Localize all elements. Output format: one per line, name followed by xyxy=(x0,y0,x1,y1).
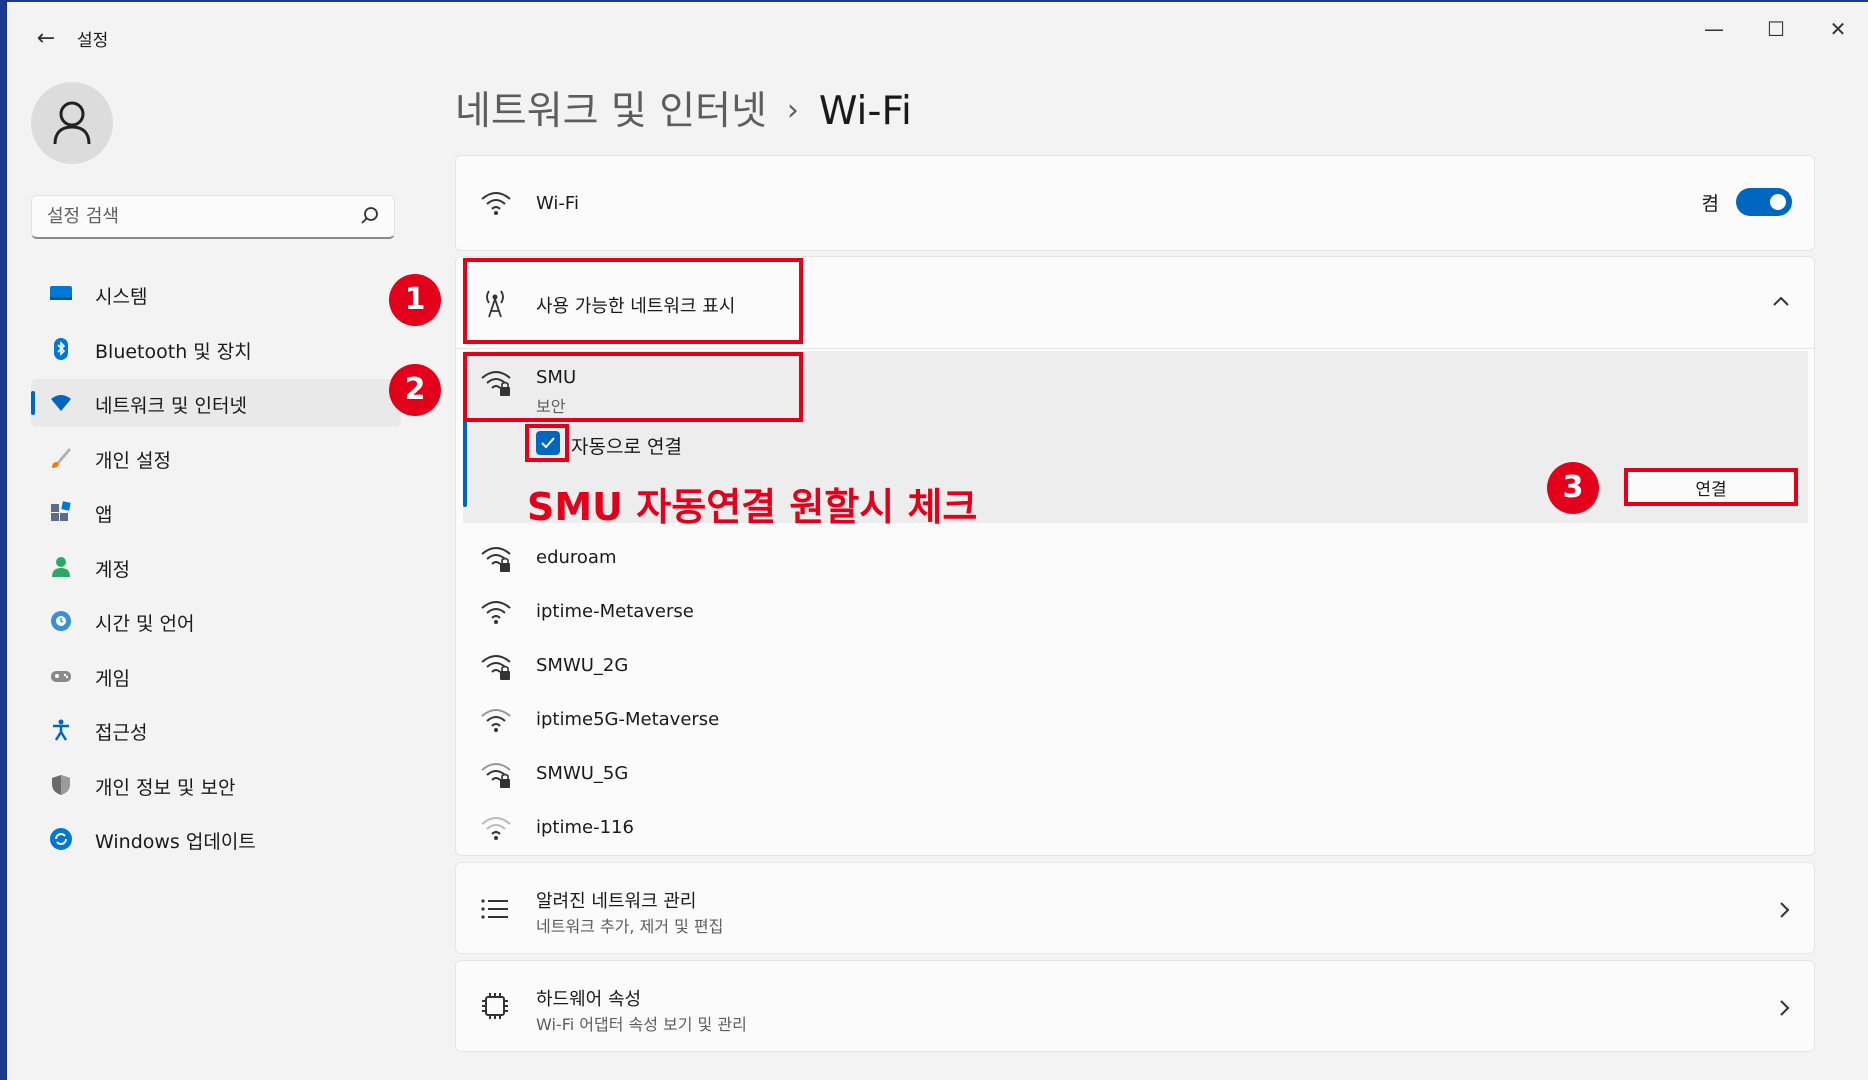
sidebar-item-network[interactable]: 네트워크 및 인터넷 xyxy=(31,379,401,427)
network-name: SMWU_2G xyxy=(536,655,629,676)
breadcrumb-separator: › xyxy=(786,93,799,128)
sidebar-item-privacy[interactable]: 개인 정보 및 보안 xyxy=(31,761,401,809)
wifi-toggle-card: Wi-Fi 켬 xyxy=(455,155,1815,251)
brush-icon xyxy=(52,447,71,468)
monitor-icon xyxy=(50,286,72,300)
sidebar-item-bluetooth[interactable]: Bluetooth 및 장치 xyxy=(31,325,401,373)
known-networks-subtitle: 네트워크 추가, 제거 및 편집 xyxy=(536,917,724,936)
chip-icon xyxy=(482,993,508,1019)
list-item[interactable]: eduroam xyxy=(456,533,1814,587)
wifi-diamond-icon xyxy=(51,395,71,411)
sidebar-item-label: 게임 xyxy=(95,667,130,690)
available-networks-card: 사용 가능한 네트워크 표시 SMU 보안 자동으로 연결 연결 eduroam xyxy=(455,256,1815,856)
network-name: iptime-Metaverse xyxy=(536,601,694,622)
annotation-badge-3: 3 xyxy=(1547,462,1599,514)
sidebar-item-label: 앱 xyxy=(95,504,113,526)
annotation-box-checkbox xyxy=(525,424,569,462)
list-item[interactable]: SMWU_2G xyxy=(456,641,1814,695)
hardware-subtitle: Wi-Fi 어댑터 속성 보기 및 관리 xyxy=(536,1015,747,1034)
hardware-title: 하드웨어 속성 xyxy=(536,989,642,1010)
chevron-up-icon[interactable] xyxy=(1772,295,1790,307)
apps-icon xyxy=(51,501,71,521)
back-button[interactable]: ← xyxy=(31,24,61,54)
sidebar-item-accessibility[interactable]: 접근성 xyxy=(31,706,401,754)
close-button[interactable]: ✕ xyxy=(1808,14,1868,44)
list-item[interactable]: iptime-Metaverse xyxy=(456,587,1814,641)
wifi-toggle[interactable] xyxy=(1736,188,1792,216)
bluetooth-icon xyxy=(54,337,68,360)
annotation-badge-1: 1 xyxy=(389,274,441,326)
wifi-icon xyxy=(481,709,511,732)
list-item[interactable]: SMWU_5G xyxy=(456,749,1814,803)
avatar[interactable] xyxy=(31,82,113,164)
sidebar-item-label: 개인 정보 및 보안 xyxy=(95,776,236,799)
known-networks-title: 알려진 네트워크 관리 xyxy=(536,891,697,912)
update-icon xyxy=(50,828,72,850)
sidebar-item-label: 계정 xyxy=(95,558,130,581)
sidebar-item-windows-update[interactable]: Windows 업데이트 xyxy=(31,815,401,863)
wifi-secured-icon xyxy=(481,655,511,680)
sidebar-item-gaming[interactable]: 게임 xyxy=(31,652,401,700)
wifi-icon xyxy=(481,817,511,840)
connect-button[interactable]: 연결 xyxy=(1624,468,1798,506)
list-item[interactable]: iptime5G-Metaverse xyxy=(456,695,1814,749)
person-icon xyxy=(52,556,70,577)
chevron-right-icon xyxy=(1780,1000,1790,1016)
wifi-icon xyxy=(481,192,511,215)
settings-window: ← 설정 — ☐ ✕ 시스템 Bluetooth 및 장치 네트워크 및 인터넷 xyxy=(6,2,1868,1080)
accessibility-icon xyxy=(53,719,69,741)
sidebar-item-personalization[interactable]: 개인 설정 xyxy=(31,434,401,482)
known-networks-card[interactable]: 알려진 네트워크 관리 네트워크 추가, 제거 및 편집 xyxy=(455,862,1815,954)
hardware-properties-card[interactable]: 하드웨어 속성 Wi-Fi 어댑터 속성 보기 및 관리 xyxy=(455,960,1815,1052)
wifi-label: Wi-Fi xyxy=(536,193,579,214)
sidebar-item-label: Windows 업데이트 xyxy=(95,831,256,853)
network-name: iptime-116 xyxy=(536,817,634,838)
annotation-badge-2: 2 xyxy=(389,364,441,416)
wifi-toggle-state: 켬 xyxy=(1701,193,1719,215)
gamepad-icon xyxy=(51,670,71,682)
sidebar-item-label: 시간 및 언어 xyxy=(95,613,195,635)
sidebar-item-label: 시스템 xyxy=(95,286,148,308)
wifi-secured-icon xyxy=(481,547,511,572)
sidebar-item-system[interactable]: 시스템 xyxy=(31,270,401,318)
sidebar-nav: 시스템 Bluetooth 및 장치 네트워크 및 인터넷 개인 설정 앱 계정… xyxy=(31,270,401,870)
sidebar-item-apps[interactable]: 앱 xyxy=(31,488,401,536)
search-box[interactable] xyxy=(31,195,395,239)
shield-icon xyxy=(52,774,70,795)
search-input[interactable] xyxy=(47,206,347,227)
chevron-right-icon xyxy=(1780,902,1790,918)
annotation-note: SMU 자동연결 원할시 체크 xyxy=(527,485,978,529)
title-bar: ← 설정 — ☐ ✕ xyxy=(7,2,1868,72)
globe-clock-icon xyxy=(51,611,71,631)
app-title: 설정 xyxy=(77,31,109,51)
minimize-button[interactable]: — xyxy=(1684,14,1744,44)
list-icon xyxy=(481,899,508,919)
sidebar-item-label: Bluetooth 및 장치 xyxy=(95,340,252,363)
network-name: SMWU_5G xyxy=(536,763,629,784)
search-icon[interactable] xyxy=(360,206,380,226)
sidebar-item-accounts[interactable]: 계정 xyxy=(31,543,401,591)
wifi-icon xyxy=(481,601,511,624)
breadcrumb-parent[interactable]: 네트워크 및 인터넷 xyxy=(455,89,767,134)
auto-connect-label: 자동으로 연결 xyxy=(571,436,682,458)
wifi-secured-icon xyxy=(481,763,511,788)
network-name: eduroam xyxy=(536,547,617,568)
network-name: iptime5G-Metaverse xyxy=(536,709,720,730)
list-item[interactable]: iptime-116 xyxy=(456,803,1814,857)
sidebar-item-label: 개인 설정 xyxy=(95,449,171,472)
annotation-box-2 xyxy=(463,352,803,422)
sidebar-item-time-language[interactable]: 시간 및 언어 xyxy=(31,597,401,645)
page-title: Wi-Fi xyxy=(818,89,912,134)
sidebar-item-label: 접근성 xyxy=(95,722,148,744)
annotation-box-1 xyxy=(463,258,803,344)
breadcrumb: 네트워크 및 인터넷 › Wi-Fi xyxy=(455,80,912,136)
user-icon xyxy=(53,101,91,145)
sidebar-item-label: 네트워크 및 인터넷 xyxy=(95,395,247,417)
maximize-button[interactable]: ☐ xyxy=(1746,14,1806,44)
